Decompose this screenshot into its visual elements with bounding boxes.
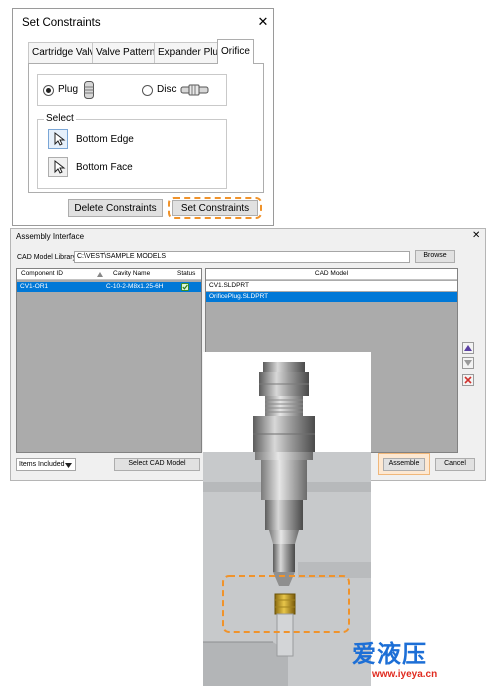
sort-ascending-icon [97,272,103,277]
disc-label: Disc [157,84,177,95]
bottom-face-select-button[interactable] [48,157,68,177]
component-id-cell: CV1-OR1 [20,283,49,290]
browse-button[interactable]: Browse [415,250,455,263]
move-up-button[interactable] [462,342,474,354]
cad-model-name: OrificePlug.SLDPRT [209,293,269,300]
cad-model-grid-header: CAD Model [206,269,457,280]
orifice-panel: Plug Disc Select Bottom Edge Bottom Face [28,63,264,193]
watermark-url: www.iyeya.cn [372,669,438,680]
status-check-icon [181,283,189,291]
chevron-down-icon [65,463,72,468]
down-arrow-icon [464,360,472,366]
disc-radio[interactable] [142,85,153,96]
items-filter-value: Items Included [19,461,65,468]
column-header-status[interactable]: Status [177,270,195,277]
type-selector: Plug Disc [37,74,227,106]
select-cad-model-button[interactable]: Select CAD Model [114,458,200,471]
move-down-button[interactable] [462,357,474,369]
table-row[interactable]: CV1-OR1 C-10-2-M8x1.25-6H [17,282,201,292]
dialog-title: Set Constraints [22,17,101,29]
cad-library-path-field[interactable]: C:\VEST\SAMPLE MODELS [74,251,410,263]
disc-icon [180,84,209,96]
column-header-cad-model[interactable]: CAD Model [206,270,457,277]
cad-3d-view[interactable] [203,352,371,686]
watermark-logo: 爱液压 [352,641,427,668]
cursor-arrow-icon [54,131,66,146]
set-constraints-button[interactable]: Set Constraints [172,200,258,216]
close-icon[interactable]: ✕ [256,14,270,30]
orifice-plug-assembly-render [203,352,371,686]
bottom-edge-label: Bottom Edge [76,134,134,145]
delete-button[interactable] [462,374,474,386]
up-arrow-icon [464,345,472,351]
close-icon[interactable]: ✕ [472,230,480,241]
plug-icon [84,81,94,99]
set-constraints-dialog: Set Constraints ✕ Cartridge Valve Valve … [12,8,274,226]
cad-model-name: CV1.SLDPRT [209,282,249,289]
components-grid: Component ID Cavity Name Status CV1-OR1 … [16,268,202,453]
bottom-face-label: Bottom Face [76,162,133,173]
cursor-arrow-icon [54,159,66,174]
bottom-edge-select-button[interactable] [48,129,68,149]
tab-orifice[interactable]: Orifice [217,39,254,64]
column-header-component-id[interactable]: Component ID [21,270,63,277]
plug-label: Plug [58,84,79,95]
components-grid-header: Component ID Cavity Name Status [17,269,201,280]
cancel-button[interactable]: Cancel [435,458,475,471]
select-group-label: Select [44,113,76,124]
plug-radio[interactable] [43,85,54,96]
dialog-title: Assembly Interface [16,232,85,241]
list-item[interactable]: CV1.SLDPRT [206,281,457,291]
assemble-button[interactable]: Assemble [383,458,425,471]
items-filter-dropdown[interactable]: Items Included [16,458,76,471]
list-item[interactable]: OrificePlug.SLDPRT [206,292,457,302]
cad-library-label: CAD Model Library [17,254,77,261]
column-header-cavity-name[interactable]: Cavity Name [113,270,150,277]
tab-valve-pattern[interactable]: Valve Pattern [92,42,160,63]
cavity-name-cell: C-10-2-M8x1.25-6H [106,283,164,290]
select-group: Select Bottom Edge Bottom Face [37,113,227,189]
delete-constraints-button[interactable]: Delete Constraints [68,199,163,217]
delete-x-icon [464,376,472,384]
